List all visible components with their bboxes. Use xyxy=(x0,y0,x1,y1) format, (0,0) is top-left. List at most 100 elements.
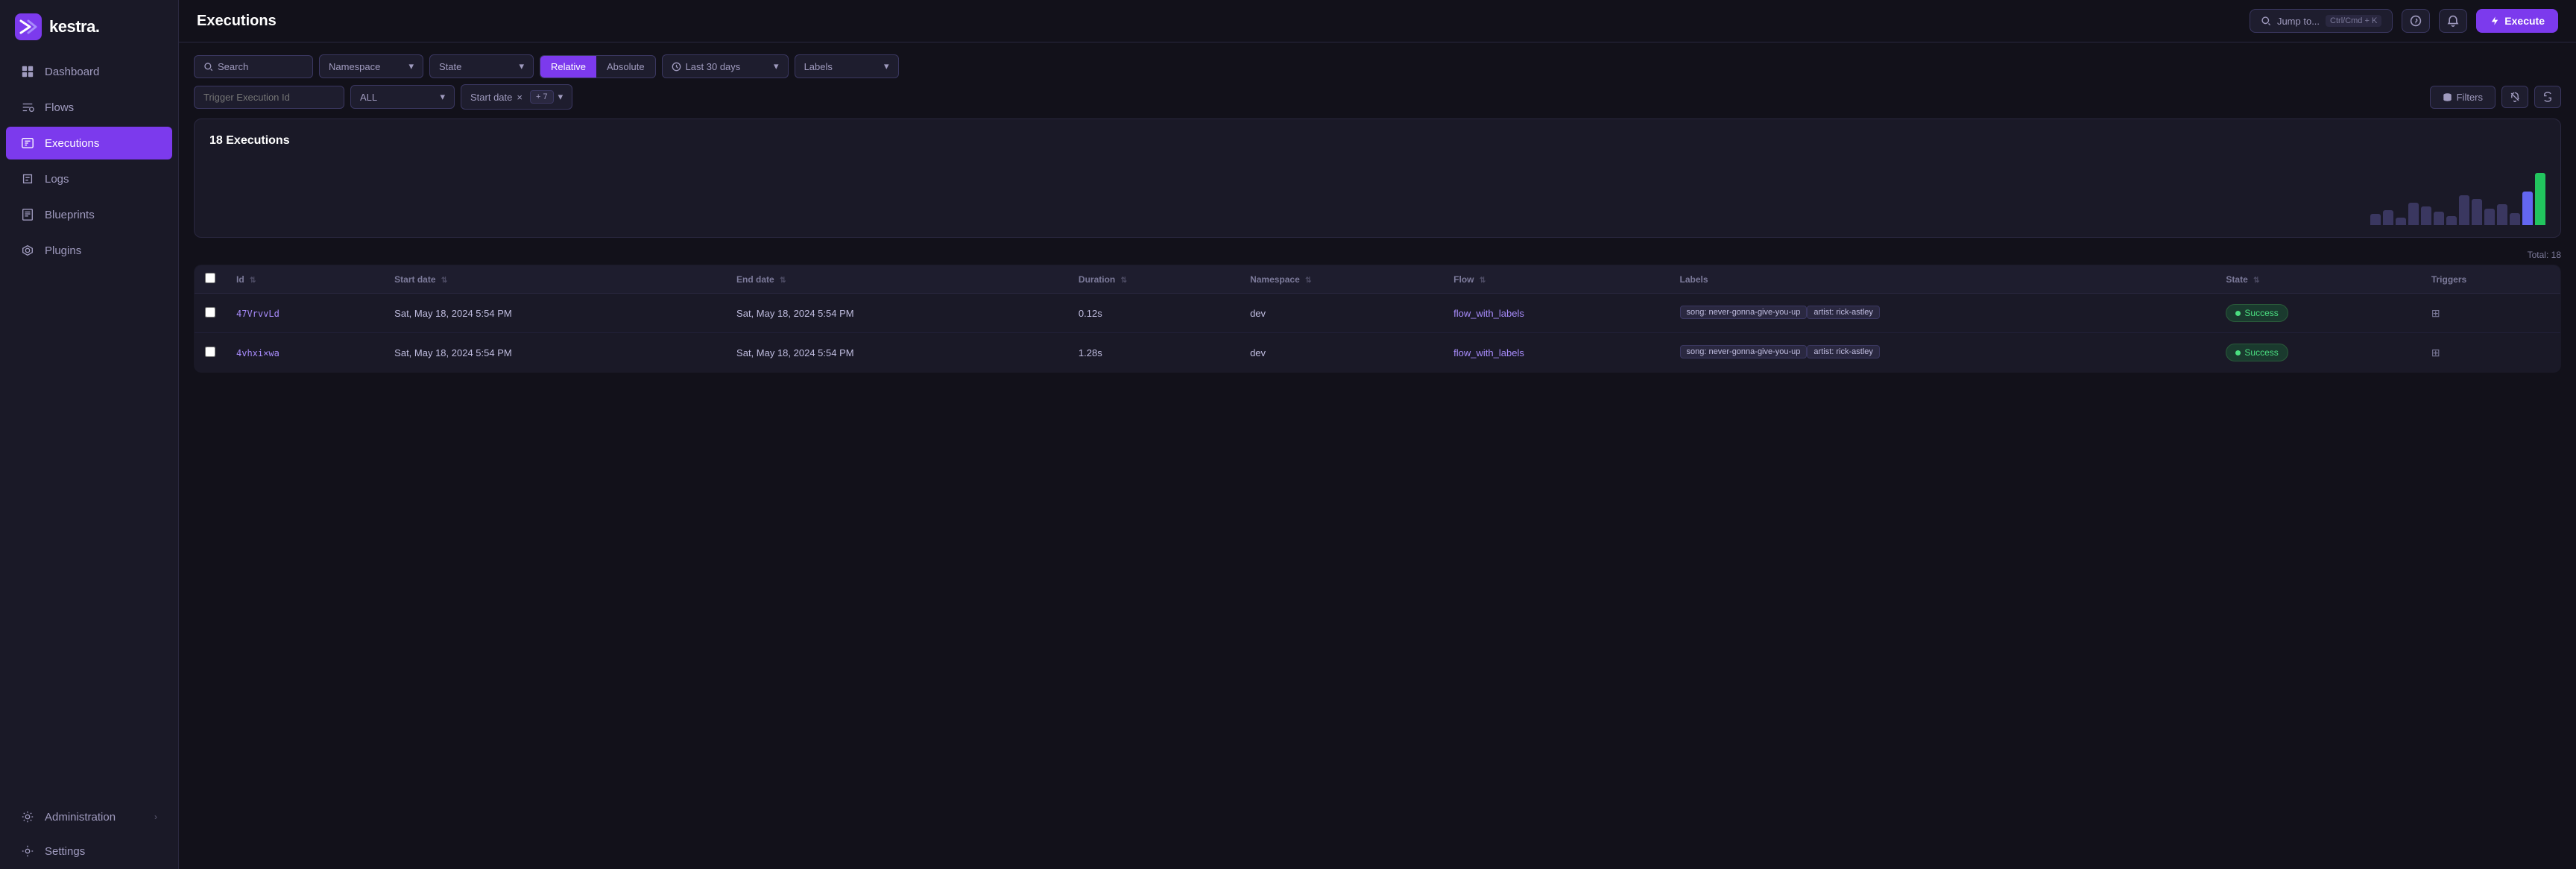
executions-icon xyxy=(21,136,34,150)
row-flow: flow_with_labels xyxy=(1443,333,1669,373)
plus-filter-badge[interactable]: + 7 xyxy=(530,90,554,104)
sidebar-item-plugins[interactable]: Plugins xyxy=(6,234,172,267)
time-mode-group: Relative Absolute xyxy=(540,55,656,78)
state-badge: Success xyxy=(2226,304,2288,322)
logs-icon xyxy=(21,172,34,186)
execute-button[interactable]: Execute xyxy=(2476,9,2558,33)
select-all-checkbox[interactable] xyxy=(205,273,215,283)
col-end-date: End date ⇅ xyxy=(726,265,1068,294)
refresh-button[interactable] xyxy=(2534,86,2561,108)
sidebar-item-label: Dashboard xyxy=(45,66,99,78)
sidebar-item-label: Administration xyxy=(45,811,116,824)
chevron-down-icon: ▾ xyxy=(884,60,889,72)
help-icon xyxy=(2410,15,2422,27)
search-filter[interactable]: Search xyxy=(194,55,313,78)
col-labels: Labels xyxy=(1670,265,2216,294)
trigger-icon: ⊞ xyxy=(2431,307,2440,319)
row-flow: flow_with_labels xyxy=(1443,294,1669,333)
chevron-right-icon: › xyxy=(154,812,157,822)
table-row: 4vhxi×wa Sat, May 18, 2024 5:54 PM Sat, … xyxy=(195,333,2561,373)
sidebar-item-administration[interactable]: Administration › xyxy=(6,800,172,833)
col-id: Id ⇅ xyxy=(226,265,384,294)
topbar-right: Jump to... Ctrl/Cmd + K Execute xyxy=(2250,9,2558,33)
filter-row-1: Search Namespace ▾ State ▾ Relative Abso… xyxy=(194,54,2561,78)
chart-bar xyxy=(2396,218,2406,225)
keyboard-shortcut: Ctrl/Cmd + K xyxy=(2326,15,2381,27)
label-tag: song: never-gonna-give-you-up xyxy=(1680,345,1808,358)
state-filter[interactable]: State ▾ xyxy=(429,54,534,78)
dashboard-icon xyxy=(21,65,34,78)
bell-icon xyxy=(2447,15,2459,27)
execution-id-link[interactable]: 47VrvvLd xyxy=(236,309,280,319)
row-id: 4vhxi×wa xyxy=(226,333,384,373)
search-icon xyxy=(203,62,213,72)
sidebar-item-label: Flows xyxy=(45,101,74,114)
plugins-icon xyxy=(21,244,34,257)
row-checkbox[interactable] xyxy=(205,347,215,357)
relative-button[interactable]: Relative xyxy=(540,56,596,78)
page-title: Executions xyxy=(197,13,277,30)
flow-link[interactable]: flow_with_labels xyxy=(1453,308,1524,319)
sidebar-item-settings[interactable]: Settings xyxy=(6,835,172,868)
chevron-down-icon: ▾ xyxy=(519,60,524,72)
flow-link[interactable]: flow_with_labels xyxy=(1453,347,1524,358)
sidebar-item-executions[interactable]: Executions xyxy=(6,127,172,159)
sidebar-item-logs[interactable]: Logs xyxy=(6,162,172,195)
help-button[interactable] xyxy=(2402,9,2430,33)
row-start-date: Sat, May 18, 2024 5:54 PM xyxy=(384,294,726,333)
executions-count: 18 Executions xyxy=(209,134,2545,148)
all-filter[interactable]: ALL ▾ xyxy=(350,85,455,109)
trigger-execution-id-input[interactable] xyxy=(194,86,344,109)
chart-bar xyxy=(2446,216,2457,225)
row-labels: song: never-gonna-give-you-upartist: ric… xyxy=(1670,294,2216,333)
start-date-tag-container: Start date × + 7 ▾ xyxy=(461,84,572,110)
row-end-date: Sat, May 18, 2024 5:54 PM xyxy=(726,333,1068,373)
sidebar-item-flows[interactable]: Flows xyxy=(6,91,172,124)
row-checkbox[interactable] xyxy=(205,307,215,317)
date-range-filter[interactable]: Last 30 days ▾ xyxy=(662,54,789,78)
row-end-date: Sat, May 18, 2024 5:54 PM xyxy=(726,294,1068,333)
sidebar-item-label: Logs xyxy=(45,173,69,186)
sidebar-item-dashboard[interactable]: Dashboard xyxy=(6,55,172,88)
chart-bar xyxy=(2408,203,2419,225)
row-triggers: ⊞ xyxy=(2421,294,2561,333)
kestra-logo-icon xyxy=(15,13,42,40)
row-duration: 1.28s xyxy=(1068,333,1240,373)
execution-id-link[interactable]: 4vhxi×wa xyxy=(236,348,280,358)
row-namespace: dev xyxy=(1240,294,1443,333)
state-dot xyxy=(2235,311,2241,316)
row-checkbox-cell xyxy=(195,294,227,333)
row-checkbox-cell xyxy=(195,333,227,373)
mute-button[interactable] xyxy=(2501,86,2528,108)
chart-bar xyxy=(2459,195,2469,225)
bell-off-icon xyxy=(2510,92,2520,102)
row-namespace: dev xyxy=(1240,333,1443,373)
jump-to-button[interactable]: Jump to... Ctrl/Cmd + K xyxy=(2250,9,2393,33)
chevron-down-icon: ▾ xyxy=(440,91,445,103)
filter-row-2: ALL ▾ Start date × + 7 ▾ Filters xyxy=(194,84,2561,110)
sidebar-item-blueprints[interactable]: Blueprints xyxy=(6,198,172,231)
row-id: 47VrvvLd xyxy=(226,294,384,333)
chart-bar xyxy=(2421,206,2431,225)
notification-button[interactable] xyxy=(2439,9,2467,33)
row-state: Success xyxy=(2215,333,2420,373)
executions-table: Id ⇅ Start date ⇅ End date ⇅ Duration ⇅ … xyxy=(194,265,2561,373)
executions-chart-card: 18 Executions xyxy=(194,118,2561,238)
row-start-date: Sat, May 18, 2024 5:54 PM xyxy=(384,333,726,373)
select-all-header xyxy=(195,265,227,294)
state-badge: Success xyxy=(2226,344,2288,361)
logo-text: kestra. xyxy=(49,17,99,37)
chart-bar xyxy=(2370,214,2381,225)
chevron-down-icon: ▾ xyxy=(558,91,564,103)
chart-bar xyxy=(2535,173,2545,225)
state-dot xyxy=(2235,350,2241,356)
topbar: Executions Jump to... Ctrl/Cmd + K xyxy=(179,0,2576,42)
filters-button[interactable]: Filters xyxy=(2430,86,2496,109)
namespace-filter[interactable]: Namespace ▾ xyxy=(319,54,423,78)
absolute-button[interactable]: Absolute xyxy=(596,56,655,78)
remove-start-date-button[interactable]: × xyxy=(517,92,523,103)
content-area: Search Namespace ▾ State ▾ Relative Abso… xyxy=(179,42,2576,869)
sidebar-item-label: Plugins xyxy=(45,244,81,257)
main-content: Executions Jump to... Ctrl/Cmd + K xyxy=(179,0,2576,869)
labels-filter[interactable]: Labels ▾ xyxy=(795,54,899,78)
